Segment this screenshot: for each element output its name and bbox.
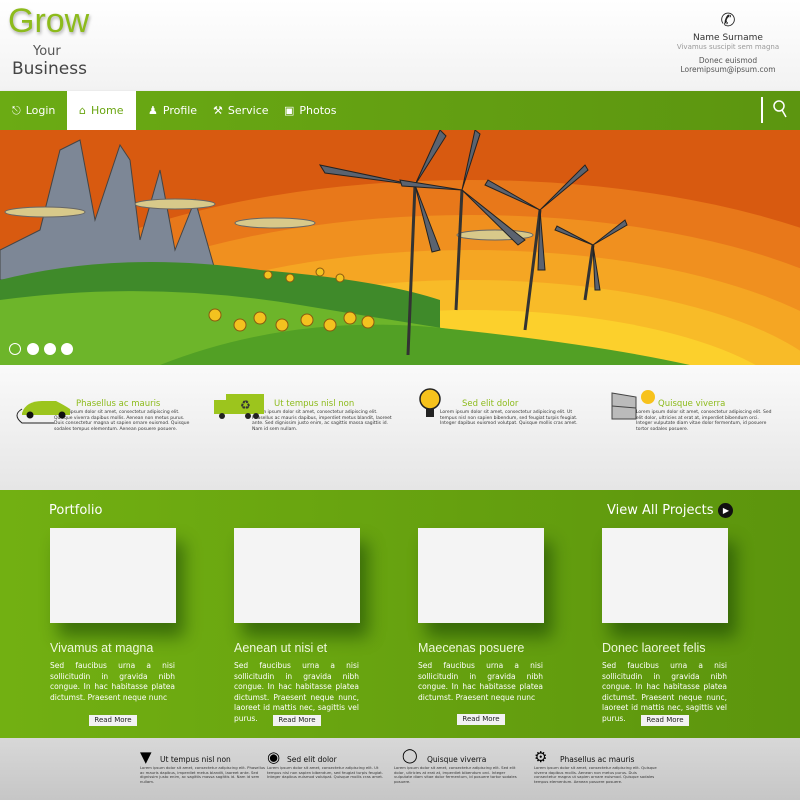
read-more-button[interactable]: Read More bbox=[89, 715, 137, 726]
light-bulb-icon: ◯ bbox=[402, 748, 418, 764]
portfolio-card: Vivamus at magna Sed faucibus urna a nisi… bbox=[50, 528, 240, 713]
electric-car-icon bbox=[16, 401, 70, 424]
map-pin-icon: ▼ bbox=[140, 748, 152, 766]
footer-item: ⚙ Phasellus ac mauris Lorem ipsum dolor si… bbox=[534, 748, 659, 784]
portfolio-card: Donec laoreet felis Sed faucibus urna a n… bbox=[602, 528, 792, 723]
footer-body: Lorem ipsum dolor sit amet, consectetur … bbox=[534, 765, 657, 784]
contact-line: Donec euismod bbox=[698, 56, 758, 65]
camera-icon: ▣ bbox=[284, 104, 295, 117]
card-title: Aenean ut nisi et bbox=[234, 641, 328, 655]
login-icon: ⎋ bbox=[12, 104, 21, 117]
light-bulb-icon bbox=[419, 388, 441, 417]
feature-item: Quisque viverra Lorem ipsum dolor sit am… bbox=[596, 390, 776, 432]
read-more-button[interactable]: Read More bbox=[457, 714, 505, 725]
main-nav: ⎋ Login ⌂ Home ♟ Profile ⚒ Service ▣ Photos bbox=[0, 91, 800, 130]
contact-info: ✆ Name Surname Vivamus suscipit sem magn… bbox=[668, 10, 788, 74]
nav-divider bbox=[761, 97, 763, 123]
card-title: Donec laoreet felis bbox=[602, 641, 706, 655]
logo-business: Business bbox=[12, 59, 87, 79]
nav-login[interactable]: ⎋ Login bbox=[8, 91, 59, 130]
read-more-button[interactable]: Read More bbox=[273, 715, 321, 726]
contact-name: Name Surname bbox=[693, 33, 763, 43]
footer-title: Ut tempus nisl non bbox=[160, 755, 231, 764]
card-title: Maecenas posuere bbox=[418, 641, 525, 655]
footer-body: Lorem ipsum dolor sit amet, consectetur … bbox=[267, 765, 384, 780]
arrow-right-icon: ▶ bbox=[718, 503, 734, 518]
features-section: Phasellus ac mauris Lorem ipsum dolor si… bbox=[0, 365, 800, 490]
nav-label: Photos bbox=[299, 104, 337, 117]
card-title: Vivamus at magna bbox=[50, 641, 154, 655]
logo-your: Your bbox=[33, 44, 61, 59]
feature-item: ♻ Ut tempus nisl non Lorem ipsum dolor s… bbox=[212, 394, 392, 432]
footer-item: ◉ Sed elit dolor Lorem ipsum dolor sit ame… bbox=[267, 748, 392, 780]
footer-title: Phasellus ac mauris bbox=[560, 755, 635, 764]
nav-label: Profile bbox=[162, 104, 198, 117]
feature-item: Phasellus ac mauris Lorem ipsum dolor si… bbox=[14, 399, 194, 432]
solar-panel-icon bbox=[611, 390, 655, 420]
footer-body: Lorem ipsum dolor sit amet, consectetur … bbox=[394, 765, 517, 784]
profile-icon: ♟ bbox=[148, 104, 158, 117]
read-more-button[interactable]: Read More bbox=[641, 715, 689, 726]
card-body: Sed faucibus urna a nisi sollicitudin in… bbox=[602, 661, 727, 723]
contact-email[interactable]: Loremipsum@ipsum.com bbox=[668, 65, 788, 74]
contact-subtitle: Vivamus suscipit sem magna bbox=[676, 43, 780, 51]
nav-photos[interactable]: ▣ Photos bbox=[280, 91, 341, 130]
nav-service[interactable]: ⚒ Service bbox=[209, 91, 273, 130]
hero-illustration bbox=[0, 130, 800, 365]
view-all-label: View All Projects bbox=[607, 503, 714, 518]
footer-item: ◯ Quisque viverra Lorem ipsum dolor sit am… bbox=[394, 748, 519, 784]
slider-dot-1[interactable] bbox=[9, 343, 21, 355]
card-image[interactable] bbox=[418, 528, 544, 623]
card-image[interactable] bbox=[234, 528, 360, 623]
slider-dot-2[interactable] bbox=[27, 343, 39, 355]
card-body: Sed faucibus urna a nisi sollicitudin in… bbox=[50, 661, 175, 702]
portfolio-heading: Portfolio bbox=[49, 503, 103, 518]
portfolio-card: Aenean ut nisi et Sed faucibus urna a nis… bbox=[234, 528, 424, 723]
svg-text:♻: ♻ bbox=[240, 398, 251, 412]
footer-title: Sed elit dolor bbox=[287, 755, 337, 764]
card-body: Sed faucibus urna a nisi sollicitudin in… bbox=[234, 661, 359, 723]
service-icon: ⚒ bbox=[213, 104, 223, 117]
nav-label: Login bbox=[25, 104, 56, 117]
view-all-projects-link[interactable]: View All Projects ▶ bbox=[607, 503, 734, 518]
nav-label: Service bbox=[227, 104, 269, 117]
footer-item: ▼ Ut tempus nisl non Lorem ipsum dolor sit… bbox=[140, 748, 265, 784]
card-body: Sed faucibus urna a nisi sollicitudin in… bbox=[418, 661, 543, 702]
header: Grow Your Business ✆ Name Surname Vivamu… bbox=[0, 0, 800, 91]
card-image[interactable] bbox=[50, 528, 176, 623]
nav-profile[interactable]: ♟ Profile bbox=[144, 91, 201, 130]
slider-dot-4[interactable] bbox=[61, 343, 73, 355]
feature-item: Sed elit dolor Lorem ipsum dolor sit ame… bbox=[400, 388, 580, 427]
portfolio-card: Maecenas posuere Sed faucibus urna a nisi… bbox=[418, 528, 608, 713]
logo-grow[interactable]: Grow bbox=[8, 2, 89, 41]
nav-home[interactable]: ⌂ Home bbox=[67, 91, 136, 130]
home-icon: ⌂ bbox=[79, 104, 86, 117]
card-image[interactable] bbox=[602, 528, 728, 623]
hero-slider[interactable] bbox=[0, 130, 800, 365]
search-icon[interactable] bbox=[772, 99, 788, 123]
phone-icon: ✆ bbox=[720, 10, 736, 31]
globe-icon: ◉ bbox=[267, 748, 281, 766]
recycling-truck-icon: ♻ bbox=[214, 394, 264, 419]
slider-dot-3[interactable] bbox=[44, 343, 56, 355]
footer-body: Lorem ipsum dolor sit amet, consectetur … bbox=[140, 765, 266, 784]
tools-icon: ⚙ bbox=[534, 748, 548, 766]
nav-label: Home bbox=[90, 104, 124, 117]
